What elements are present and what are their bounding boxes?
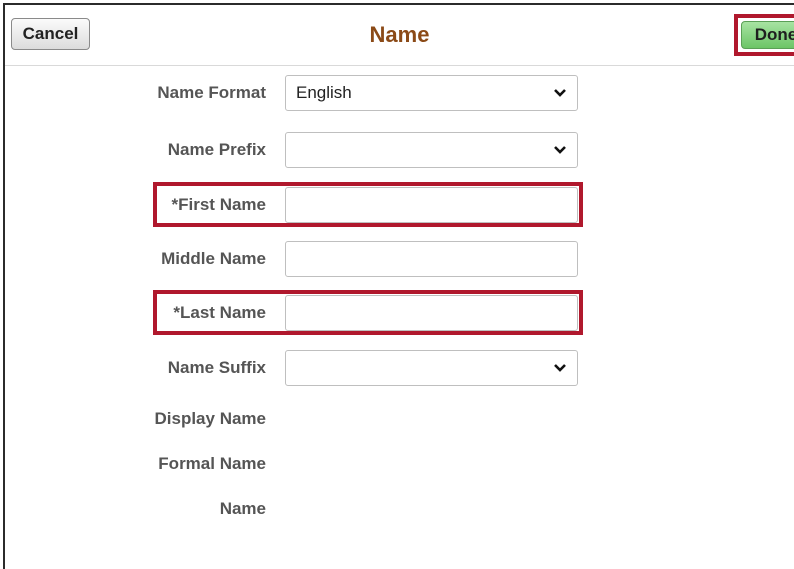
name-suffix-row: Name Suffix [5,350,794,386]
page-title: Name [369,22,430,47]
chevron-down-icon [554,89,566,97]
last-name-label: *Last Name [173,303,266,322]
first-name-row: *First Name [5,187,794,223]
name-prefix-select[interactable] [285,132,578,168]
name-dialog: Cancel Name Done Name Format English Nam… [3,3,794,569]
done-highlight: Done [734,14,794,56]
done-button[interactable]: Done [741,21,794,49]
name-prefix-label: Name Prefix [167,140,266,159]
first-name-field[interactable] [285,187,578,223]
name-suffix-select[interactable] [285,350,578,386]
name-format-label: Name Format [157,83,266,102]
last-name-row: *Last Name [5,295,794,331]
name-prefix-row: Name Prefix [5,132,794,168]
chevron-down-icon [554,364,566,372]
chevron-down-icon [554,146,566,154]
formal-name-label: Formal Name [158,454,266,473]
name-format-select[interactable]: English [285,75,578,111]
first-name-label: *First Name [171,195,266,214]
name-label: Name [219,499,266,518]
display-name-label: Display Name [154,409,267,428]
middle-name-label: Middle Name [161,249,266,268]
last-name-field[interactable] [285,295,578,331]
name-format-row: Name Format English [5,75,794,111]
name-format-value: English [296,83,352,102]
name-suffix-label: Name Suffix [167,358,266,377]
dialog-header: Cancel Name Done [5,5,794,66]
middle-name-field[interactable] [285,241,578,277]
middle-name-row: Middle Name [5,241,794,277]
